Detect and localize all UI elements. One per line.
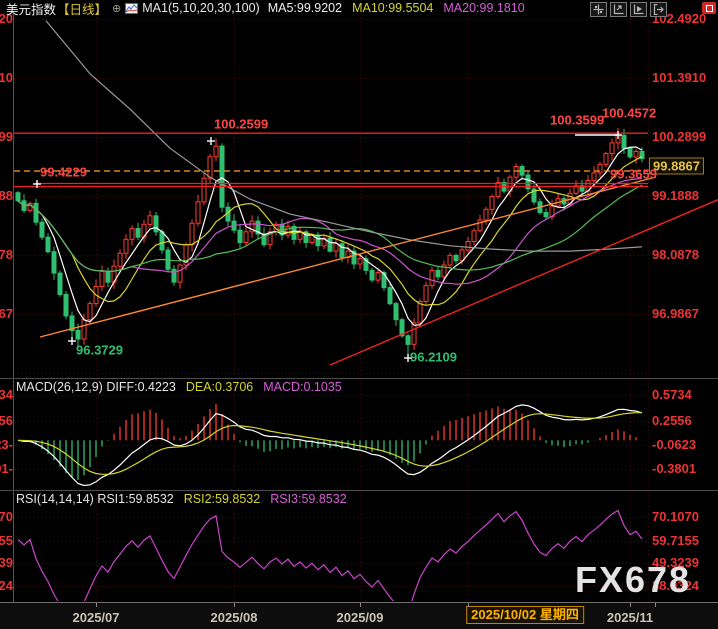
mini-chart-icon xyxy=(125,2,139,14)
time-axis-label: 2025/08 xyxy=(210,610,258,625)
symbol-name: 美元指数 xyxy=(6,2,57,17)
time-axis-tick xyxy=(96,603,97,607)
time-axis-label: 2025/07 xyxy=(72,610,120,625)
time-axis-tick xyxy=(360,603,361,607)
macd-title: MACD(26,12,9) DIFF:0.4223 xyxy=(16,380,176,394)
axis-zoom-icon[interactable] xyxy=(610,2,627,17)
macd-dea-value: DEA:0.3706 xyxy=(185,380,254,394)
title-bar: 美元指数 【日线】 ⊕ MA1(5,10,20,30,100) MA5:99.9… xyxy=(6,1,525,17)
chart-toolbar xyxy=(590,2,667,17)
ma-settings-label[interactable]: MA1(5,10,20,30,100) xyxy=(142,1,259,15)
corner-red-badge[interactable] xyxy=(702,2,716,14)
macd-header: MACD(26,12,9) DIFF:0.4223 DEA:0.3706 MACD:… xyxy=(16,380,342,394)
anchor-cross-marker xyxy=(68,337,76,345)
trendline xyxy=(329,199,718,366)
axis-pan-icon[interactable] xyxy=(630,2,647,17)
time-axis-tick xyxy=(630,603,631,607)
anchor-cross-marker xyxy=(404,354,412,362)
time-axis-bar[interactable]: 2025/07 2025/08 2025/09 2025/11 2025/10/02 星… xyxy=(0,602,718,629)
ma10-line xyxy=(17,155,643,306)
trendline xyxy=(39,176,657,338)
time-axis-tick xyxy=(468,603,469,607)
chart-app: 102.4920102.4920101.3910101.3910100.2899… xyxy=(0,0,718,629)
period-label: 【日线】 xyxy=(57,2,108,17)
add-indicator-icon[interactable]: ⊕ xyxy=(112,2,121,15)
anchor-cross-marker xyxy=(207,137,215,145)
time-axis-tick xyxy=(234,603,235,607)
rsi-title: RSI(14,14,14) RSI1:59.8532 xyxy=(16,492,174,506)
crosshair-move-icon[interactable] xyxy=(590,2,607,17)
watermark: FX678 xyxy=(575,559,692,600)
ma10-value: MA10:99.5504 xyxy=(352,1,434,15)
time-axis-label: 2025/09 xyxy=(336,610,384,625)
chart-canvas[interactable] xyxy=(0,0,718,629)
time-axis-label: 2025/11 xyxy=(606,610,654,625)
rsi3-value: RSI3:59.8532 xyxy=(270,492,347,506)
ma5-value: MA5:99.9202 xyxy=(267,1,343,15)
time-axis-tick xyxy=(655,603,656,607)
ma20-value: MA20:99.1810 xyxy=(443,1,525,15)
exit-chart-icon[interactable] xyxy=(650,2,667,17)
rsi-header: RSI(14,14,14) RSI1:59.8532 RSI2:59.8532 RS… xyxy=(16,492,347,506)
macd-value: MACD:0.1035 xyxy=(263,380,342,394)
rsi2-value: RSI2:59.8532 xyxy=(183,492,261,506)
time-axis-highlighted-date: 2025/10/02 星期四 xyxy=(466,606,584,624)
